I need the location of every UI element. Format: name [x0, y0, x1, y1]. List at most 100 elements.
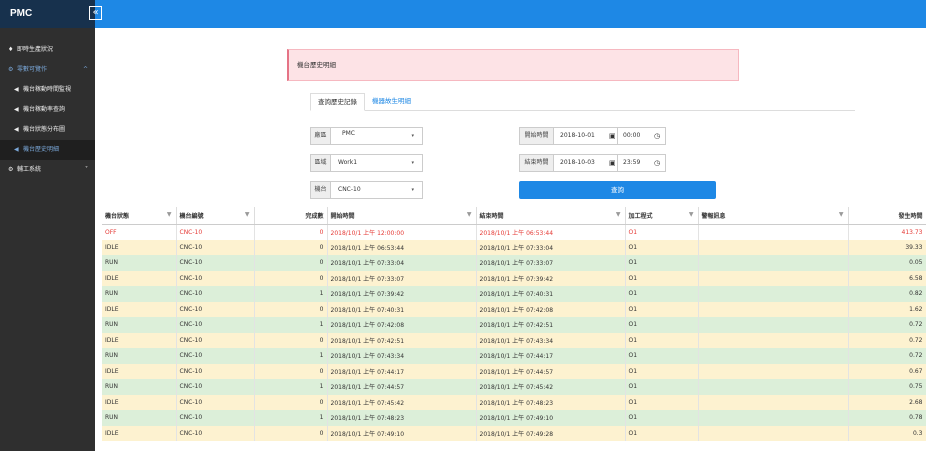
table-row[interactable]: RUN CNC-10 1 2018/10/1 上午 07:39:42 2018/10/1…	[102, 286, 926, 302]
column-header-label: 機台狀態	[105, 212, 130, 220]
cell-machine: CNC-10	[176, 425, 255, 441]
filter-icon[interactable]: ▼	[467, 211, 472, 218]
line-select[interactable]: 區域 Work1 ▾	[310, 154, 423, 172]
cell-done: 0	[254, 301, 328, 317]
cell-status: IDLE	[102, 363, 177, 379]
sidebar-item-2[interactable]: ◀ 機台稼動時間監視	[0, 80, 95, 100]
cell-status: RUN	[102, 410, 177, 426]
table-row[interactable]: IDLE CNC-10 0 2018/10/1 上午 07:42:51 2018/10/…	[102, 332, 926, 348]
cell-done: 1	[254, 286, 328, 302]
filter-icon[interactable]: ▼	[167, 211, 172, 218]
sidebar-item-3[interactable]: ◀ 機台稼動率查詢	[0, 100, 95, 120]
filter-icon[interactable]: ▼	[616, 211, 621, 218]
cell-start: 2018/10/1 上午 07:44:17	[327, 363, 477, 379]
cell-prog: O1	[625, 286, 699, 302]
column-header[interactable]: 警報訊息 ▼	[698, 207, 849, 225]
cell-done: 1	[254, 379, 328, 395]
cell-alarm	[698, 224, 849, 240]
filter-icon[interactable]: ▼	[689, 211, 694, 218]
table-row[interactable]: IDLE CNC-10 0 2018/10/1 上午 07:49:10 2018/10/…	[102, 425, 926, 441]
page-alert: 機台歷史明細	[287, 49, 739, 81]
clock-icon[interactable]: ◷	[654, 128, 660, 144]
column-header[interactable]: 發生時間	[848, 207, 926, 225]
column-header[interactable]: 機台狀態 ▼	[102, 207, 177, 225]
cell-end: 2018/10/1 上午 07:44:57	[476, 363, 626, 379]
column-header[interactable]: 結束時間 ▼	[476, 207, 626, 225]
collapse-sidebar-icon[interactable]: «	[89, 6, 102, 20]
chevron-icon: ˅	[85, 166, 88, 173]
clock-icon[interactable]: ◷	[654, 155, 660, 171]
sidebar-item-4[interactable]: ◀ 機台狀態分布圖	[0, 120, 95, 140]
cell-status: RUN	[102, 286, 177, 302]
cell-machine: CNC-10	[176, 363, 255, 379]
cell-prog: O1	[625, 332, 699, 348]
cell-status: IDLE	[102, 332, 177, 348]
table-row[interactable]: IDLE CNC-10 0 2018/10/1 上午 07:44:17 2018/10/…	[102, 363, 926, 379]
cell-end: 2018/10/1 上午 07:42:51	[476, 317, 626, 333]
cell-machine: CNC-10	[176, 410, 255, 426]
speaker-icon: ◀	[14, 126, 19, 133]
machine-select[interactable]: 機台 CNC-10 ▾	[310, 181, 423, 199]
table-body: OFF CNC-10 0 2018/10/1 上午 12:00:00 2018/10/1…	[102, 224, 926, 441]
alert-text: 機台歷史明細	[297, 61, 336, 69]
table-row[interactable]: RUN CNC-10 1 2018/10/1 上午 07:43:34 2018/10/1…	[102, 348, 926, 364]
cell-start: 2018/10/1 上午 07:42:51	[327, 332, 477, 348]
cell-alarm	[698, 270, 849, 286]
cell-prog: O1	[625, 410, 699, 426]
cell-duration: 1.62	[848, 301, 926, 317]
filter-icon[interactable]: ▼	[839, 211, 844, 218]
table-row[interactable]: OFF CNC-10 0 2018/10/1 上午 12:00:00 2018/10/1…	[102, 224, 926, 240]
sidebar-item-6[interactable]: ⚙ 輔工系統 ˅	[0, 160, 95, 180]
query-button[interactable]: 查詢	[519, 181, 716, 199]
column-header[interactable]: 機台編號 ▼	[176, 207, 255, 225]
table-row[interactable]: IDLE CNC-10 0 2018/10/1 上午 07:33:07 2018/10/…	[102, 270, 926, 286]
table-row[interactable]: RUN CNC-10 1 2018/10/1 上午 07:44:57 2018/10/1…	[102, 379, 926, 395]
cell-end: 2018/10/1 上午 06:53:44	[476, 224, 626, 240]
cell-end: 2018/10/1 上午 07:42:08	[476, 301, 626, 317]
table-row[interactable]: RUN CNC-10 1 2018/10/1 上午 07:48:23 2018/10/1…	[102, 410, 926, 426]
sidebar-item-0[interactable]: ♦ 即時生產狀況	[0, 40, 95, 60]
cell-end: 2018/10/1 上午 07:40:31	[476, 286, 626, 302]
cell-done: 0	[254, 255, 328, 271]
cell-end: 2018/10/1 上午 07:33:07	[476, 255, 626, 271]
sidebar-item-5[interactable]: ◀ 機台歷史明細	[0, 140, 95, 160]
table-row[interactable]: IDLE CNC-10 0 2018/10/1 上午 07:40:31 2018/10/…	[102, 301, 926, 317]
tab-query-history[interactable]: 查詢歷史記錄	[310, 93, 365, 111]
cell-prog: O1	[625, 379, 699, 395]
factory-select[interactable]: 廠區 PMC ▾	[310, 127, 423, 145]
calendar-icon[interactable]: ▣	[609, 155, 616, 171]
sidebar-item-label: 機台狀態分布圖	[23, 126, 66, 133]
table-row[interactable]: IDLE CNC-10 0 2018/10/1 上午 06:53:44 2018/10/…	[102, 239, 926, 255]
table-row[interactable]: RUN CNC-10 1 2018/10/1 上午 07:42:08 2018/10/1…	[102, 317, 926, 333]
cell-prog: O1	[625, 363, 699, 379]
table-row[interactable]: IDLE CNC-10 0 2018/10/1 上午 07:45:42 2018/10/…	[102, 394, 926, 410]
cell-start: 2018/10/1 上午 12:00:00	[327, 224, 477, 240]
tab-bar: 查詢歷史記錄 機器故生明細	[310, 93, 855, 111]
column-header[interactable]: 加工程式 ▼	[625, 207, 699, 225]
sidebar-item-label: 機台稼動率查詢	[23, 106, 66, 113]
sidebar-item-1[interactable]: ⚙ 零數可覽作 ^	[0, 60, 95, 80]
history-grid: 機台狀態 ▼ 機台編號 ▼ 完成數 開始時間 ▼ 結束時間 ▼ 加工程式 ▼ 警報訊息 ▼ 發生時間 OF…	[102, 207, 926, 441]
cell-prog: O1	[625, 317, 699, 333]
chevron-down-icon: ▾	[411, 187, 414, 193]
cell-done: 1	[254, 410, 328, 426]
table-row[interactable]: RUN CNC-10 0 2018/10/1 上午 07:33:04 2018/10/1…	[102, 255, 926, 271]
end-datetime-field[interactable]: 結束時間 2018-10-03 ▣ 23:59 ◷	[519, 154, 666, 172]
cell-done: 1	[254, 348, 328, 364]
column-header[interactable]: 開始時間 ▼	[327, 207, 477, 225]
table-header-row: 機台狀態 ▼ 機台編號 ▼ 完成數 開始時間 ▼ 結束時間 ▼ 加工程式 ▼ 警報訊息 ▼ 發生時間	[102, 207, 926, 225]
cell-end: 2018/10/1 上午 07:48:23	[476, 394, 626, 410]
tab-failure-detail[interactable]: 機器故生明細	[365, 93, 418, 111]
speaker-icon: ◀	[14, 146, 19, 153]
column-header[interactable]: 完成數	[254, 207, 328, 225]
cell-alarm	[698, 301, 849, 317]
app-brand[interactable]: PMC	[0, 0, 95, 28]
cell-machine: CNC-10	[176, 379, 255, 395]
cell-status: RUN	[102, 317, 177, 333]
filter-icon[interactable]: ▼	[245, 211, 250, 218]
column-header-label: 發生時間	[898, 212, 923, 220]
history-table: 機台狀態 ▼ 機台編號 ▼ 完成數 開始時間 ▼ 結束時間 ▼ 加工程式 ▼ 警報訊息 ▼ 發生時間 OF…	[102, 207, 926, 441]
calendar-icon[interactable]: ▣	[609, 128, 616, 144]
start-datetime-field[interactable]: 開始時間 2018-10-01 ▣ 00:00 ◷	[519, 127, 666, 145]
cell-machine: CNC-10	[176, 224, 255, 240]
